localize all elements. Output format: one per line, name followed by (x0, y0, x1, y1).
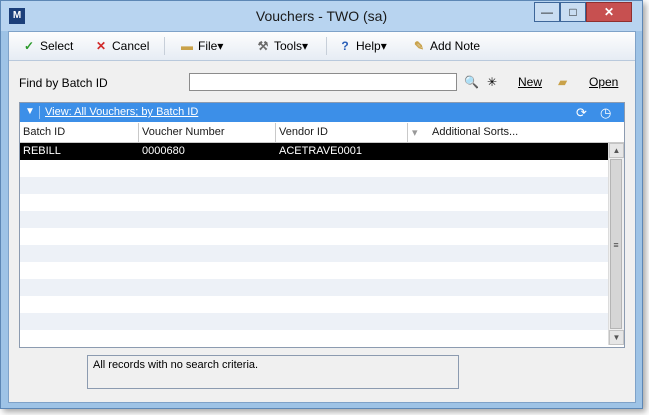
file-menu[interactable]: ▬ File▾ (179, 37, 223, 55)
table-row (20, 262, 608, 279)
tools-menu[interactable]: ⚒ Tools▾ (255, 37, 308, 55)
cell-batch-id: REBILL (23, 145, 61, 157)
help-menu[interactable]: ? Help▾ (337, 37, 387, 55)
binoculars-icon[interactable]: 🔍 (464, 75, 479, 89)
folder-icon: ▬ (181, 39, 193, 53)
find-label: Find by Batch ID (19, 76, 108, 90)
column-separator (138, 123, 139, 142)
new-button[interactable]: New (518, 75, 542, 89)
table-row (20, 194, 608, 211)
new-icon: ✳ (487, 75, 498, 89)
column-separator (275, 123, 276, 142)
open-button[interactable]: Open (589, 75, 618, 89)
minimize-button[interactable]: — (534, 2, 560, 22)
note-icon: ✎ (413, 39, 425, 53)
column-separator (407, 123, 408, 142)
tools-label: Tools (274, 39, 303, 53)
column-header-voucher-number[interactable]: Voucher Number (142, 126, 225, 138)
table-row (20, 228, 608, 245)
table-row (20, 160, 608, 177)
table-row (20, 211, 608, 228)
scroll-up-button[interactable]: ▲ (609, 143, 624, 158)
find-batch-input[interactable] (189, 73, 457, 91)
vouchers-grid: ▼ View: All Vouchers; by Batch ID ⟳ ◷ Ba… (19, 102, 625, 348)
table-row (20, 330, 608, 345)
toolbar-separator (164, 37, 165, 55)
cancel-button[interactable]: ✕ Cancel (93, 37, 149, 55)
table-row (20, 313, 608, 330)
chevron-down-icon: ▾ (380, 39, 387, 53)
scroll-down-button[interactable]: ▼ (609, 330, 624, 345)
sort-chevron-icon: ▾ (412, 127, 418, 139)
close-button[interactable]: ✕ (586, 2, 632, 22)
cell-vendor-id: ACETRAVE0001 (279, 145, 362, 157)
column-header-vendor-id[interactable]: Vendor ID (279, 126, 328, 138)
column-header-batch-id[interactable]: Batch ID (23, 126, 65, 138)
select-label: Select (40, 39, 74, 53)
cancel-x-icon: ✕ (95, 39, 107, 53)
toolbar: ✓ Select ✕ Cancel ▬ File▾ ⚒ Tools▾ ? Help▾ ✎ A… (9, 32, 635, 61)
vouchers-window: M Vouchers - TWO (sa) — □ ✕ ✓ Select ✕ Can… (0, 0, 643, 409)
add-note-button[interactable]: ✎ Add Note (411, 37, 480, 55)
select-button[interactable]: ✓ Select (21, 37, 73, 55)
file-label: File (198, 39, 218, 53)
view-bar: ▼ View: All Vouchers; by Batch ID ⟳ ◷ (20, 103, 624, 122)
tools-icon: ⚒ (257, 39, 269, 53)
add-note-label: Add Note (430, 39, 481, 53)
view-dropdown-icon[interactable]: ▼ (25, 106, 35, 117)
table-row (20, 245, 608, 262)
table-row (20, 296, 608, 313)
title-bar: M Vouchers - TWO (sa) — □ ✕ (1, 1, 642, 31)
table-row (20, 279, 608, 296)
table-row[interactable]: REBILL 0000680 ACETRAVE0001 (20, 143, 608, 160)
clock-icon[interactable]: ◷ (600, 105, 611, 121)
chevron-down-icon: ▾ (302, 39, 309, 53)
table-row (20, 177, 608, 194)
cell-voucher-number: 0000680 (142, 145, 185, 157)
refresh-icon[interactable]: ⟳ (576, 105, 587, 121)
cancel-label: Cancel (112, 39, 150, 53)
vertical-scrollbar[interactable]: ▲ ≡ ▼ (608, 143, 624, 345)
checkmark-icon: ✓ (23, 39, 35, 53)
additional-sorts-dropdown[interactable]: Additional Sorts... (432, 126, 518, 138)
window-client: ✓ Select ✕ Cancel ▬ File▾ ⚒ Tools▾ ? Help▾ ✎ A… (8, 31, 636, 403)
table-header: Batch ID Voucher Number Vendor ID ▾ Addi… (20, 123, 624, 143)
status-message: All records with no search criteria. (87, 355, 459, 389)
toolbar-separator (326, 37, 327, 55)
maximize-button[interactable]: □ (560, 2, 586, 22)
view-separator (39, 106, 40, 119)
chevron-down-icon: ▾ (217, 39, 224, 53)
table-body: REBILL 0000680 ACETRAVE0001 (20, 143, 608, 345)
help-icon: ? (341, 39, 349, 53)
scroll-thumb[interactable]: ≡ (610, 159, 622, 329)
view-selector[interactable]: View: All Vouchers; by Batch ID (45, 106, 198, 118)
help-label: Help (356, 39, 381, 53)
open-folder-icon: ▰ (558, 75, 568, 89)
